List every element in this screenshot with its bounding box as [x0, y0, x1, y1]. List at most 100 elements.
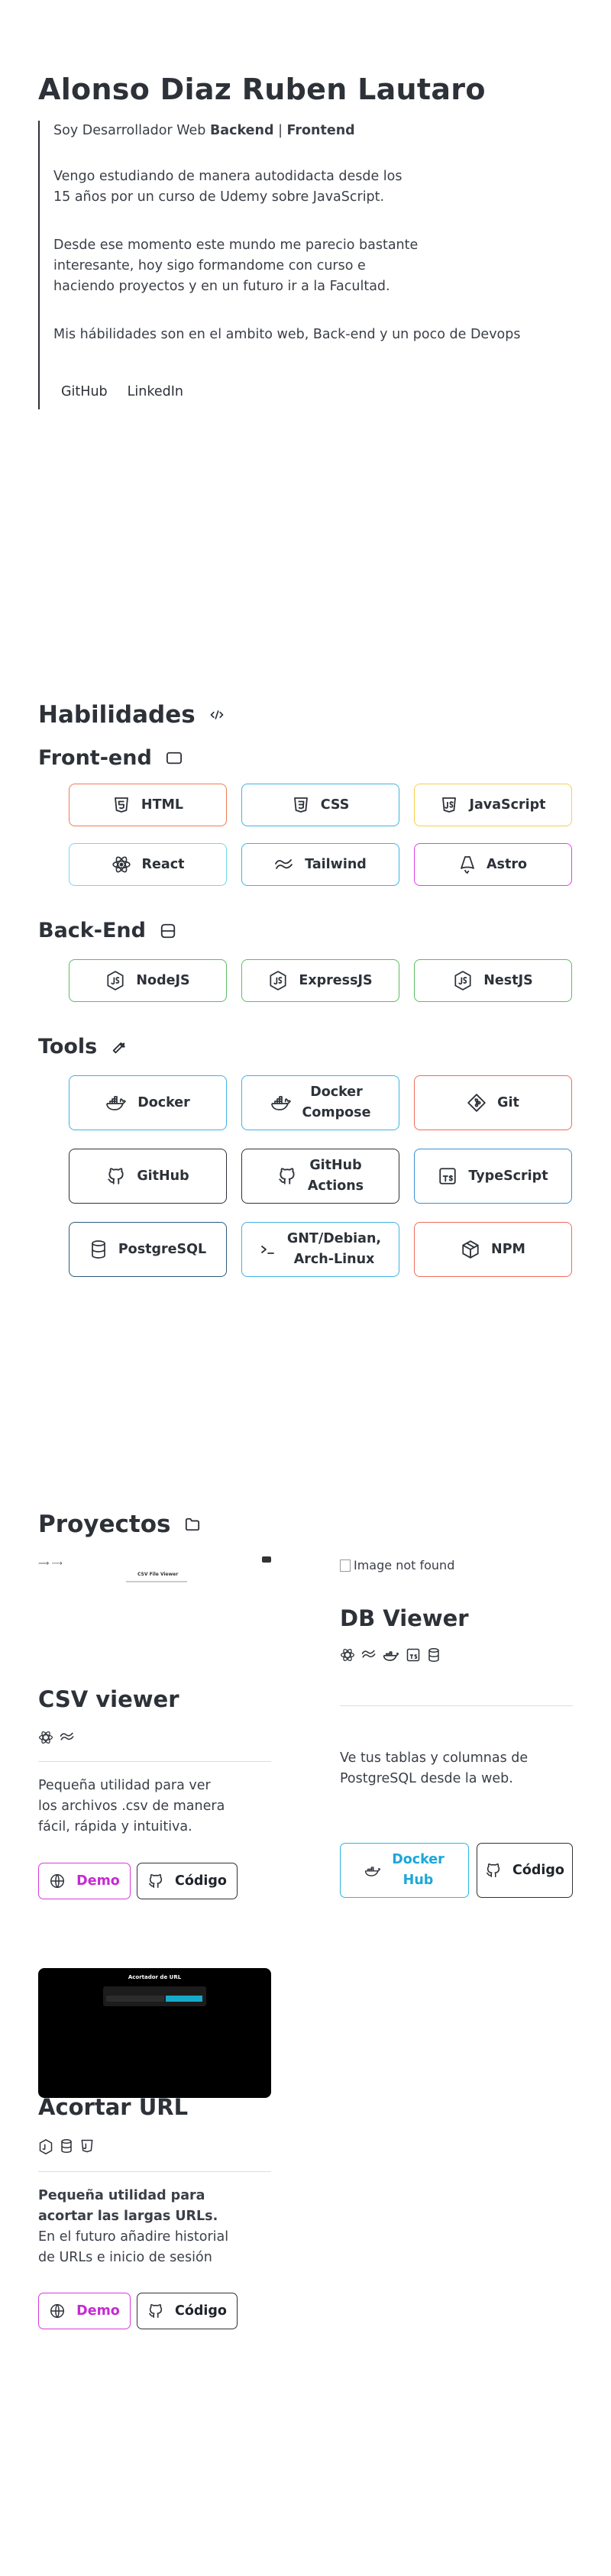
tools-title-text: Tools: [38, 1035, 98, 1059]
db-code-button[interactable]: Código: [477, 1843, 573, 1898]
skill-card-postgresql: PostgreSQL: [69, 1222, 227, 1277]
csv-divider: [38, 1761, 271, 1762]
skill-card-css: CSS: [241, 784, 399, 826]
skill-card-nodejs: NodeJS: [69, 959, 227, 1002]
p2-line: Desde ese momento este mundo me parecio …: [53, 238, 419, 253]
react-icon: [340, 1647, 355, 1663]
url-demo-button[interactable]: Demo: [38, 2293, 131, 2329]
frontend-title-text: Front-end: [38, 746, 152, 770]
react-icon: [112, 855, 131, 874]
nodejs-icon: [105, 970, 125, 991]
dockerhub-label-line: Hub: [402, 1873, 434, 1888]
css3-icon: [292, 796, 310, 814]
hero-links: GitHub LinkedIn: [61, 384, 183, 399]
db-desc-line: Ve tus tablas y columnas de: [340, 1750, 529, 1766]
intro-sep: |: [273, 123, 287, 138]
skill-label: ExpressJS: [299, 972, 373, 988]
linkedin-link[interactable]: LinkedIn: [128, 384, 183, 399]
globe-icon: [49, 1873, 66, 1889]
html5-icon: [112, 796, 131, 814]
github-icon: [277, 1166, 297, 1186]
code-icon: [209, 707, 225, 722]
skill-card-javascript: JavaScript: [414, 784, 572, 826]
csv-title: CSV viewer: [38, 1686, 179, 1712]
db-dockerhub-button[interactable]: Docker Hub: [340, 1843, 469, 1898]
url-title: Acortar URL: [38, 2094, 189, 2120]
skill-label: PostgreSQL: [118, 1241, 207, 1257]
skill-label: Docker Compose: [302, 1082, 371, 1123]
intro-backend: Backend: [209, 123, 274, 138]
javascript-icon: [79, 2138, 95, 2155]
nodejs-icon: [453, 970, 473, 991]
csv-preview-image: ⟿ ⟶ CSV File Viewer: [38, 1556, 271, 1686]
csv-demo-button[interactable]: Demo: [38, 1863, 131, 1899]
skill-label: GitHub Actions: [308, 1155, 364, 1197]
skill-card-npm: NPM: [414, 1222, 572, 1277]
dockerhub-label: Docker Hub: [392, 1850, 445, 1891]
skill-label: GitHub: [137, 1168, 189, 1184]
javascript-icon: [440, 796, 458, 814]
astro-icon: [459, 855, 476, 874]
url-desc-bold: Pequeña utilidad para: [38, 2188, 205, 2203]
arrow-icons: ⟿ ⟶: [38, 1559, 63, 1568]
p1-line: Vengo estudiando de manera autodidacta d…: [53, 169, 402, 184]
folder-icon: [184, 1517, 201, 1532]
db-tech-icons: [340, 1647, 441, 1663]
backend-title: Back-End: [38, 919, 176, 942]
terminal-icon: [260, 1242, 276, 1257]
skill-label-line: Actions: [307, 1178, 364, 1194]
skill-label: TypeScript: [468, 1168, 548, 1184]
typescript-icon: [406, 1647, 421, 1663]
preview-line: [126, 1581, 187, 1582]
skill-card-nestjs: NestJS: [414, 959, 572, 1002]
react-icon: [38, 1730, 53, 1745]
docker-icon: [105, 1094, 127, 1112]
url-code-button[interactable]: Código: [137, 2293, 238, 2329]
csv-code-button[interactable]: Código: [137, 1863, 238, 1899]
db-desc-line: PostgreSQL desde la web.: [340, 1771, 513, 1786]
github-icon: [147, 2303, 164, 2319]
skill-label: NPM: [491, 1241, 525, 1257]
database-icon: [60, 2138, 73, 2155]
github-link[interactable]: GitHub: [61, 384, 108, 399]
p2-line: haciendo proyectos y en un futuro ir a l…: [53, 279, 390, 294]
preview-title: CSV File Viewer: [137, 1572, 179, 1577]
db-divider: [340, 1705, 573, 1706]
dockerhub-label-line: Docker: [392, 1852, 445, 1867]
hero-box: Soy Desarrollador Web Backend | Frontend…: [38, 121, 558, 409]
preview-form: [103, 1986, 206, 2006]
skill-label: Git: [497, 1094, 519, 1110]
database-icon: [89, 1240, 108, 1259]
skill-label: Docker: [137, 1094, 190, 1110]
csv-description: Pequeña utilidad para ver los archivos .…: [38, 1776, 225, 1837]
preview-button: [166, 1996, 202, 2002]
preview-title: Acortador de URL: [128, 1974, 182, 1980]
wrench-icon: [111, 1039, 128, 1055]
image-alt-text: Image not found: [354, 1558, 455, 1572]
skills-title: Habilidades: [38, 701, 225, 729]
skill-label: HTML: [141, 797, 184, 813]
preview-input: [106, 1996, 164, 2002]
globe-icon: [49, 2303, 66, 2319]
tailwind-icon: [361, 1647, 377, 1663]
skill-label-line: Compose: [302, 1105, 371, 1120]
hero-intro: Soy Desarrollador Web Backend | Frontend: [53, 121, 355, 141]
skill-label: Tailwind: [305, 856, 367, 872]
csv-desc-line: los archivos .csv de manera: [38, 1799, 225, 1814]
skill-label-line: Docker: [310, 1084, 363, 1100]
skill-label-line: GNT/Debian,: [286, 1231, 382, 1246]
csv-desc-line: fácil, rápida y intuitiva.: [38, 1819, 192, 1834]
intro-prefix: Soy Desarrollador Web: [53, 123, 210, 138]
skill-card-astro: Astro: [414, 843, 572, 886]
frontend-grid: HTML CSS JavaScript React Tailwind Astro: [69, 784, 573, 886]
code-label: Código: [175, 2303, 227, 2319]
db-broken-image: Image not found: [340, 1558, 454, 1572]
db-description: Ve tus tablas y columnas de PostgreSQL d…: [340, 1748, 528, 1789]
backend-grid: NodeJS ExpressJS NestJS: [69, 959, 573, 1002]
url-tech-icons: [38, 2138, 95, 2155]
url-description: Pequeña utilidad para acortar las largas…: [38, 2186, 228, 2268]
database-icon: [427, 1647, 441, 1663]
p1-line: 15 años por un curso de Udemy sobre Java…: [53, 189, 385, 205]
url-preview-image: Acortador de URL: [38, 1968, 271, 2098]
skill-label: NestJS: [483, 972, 533, 988]
